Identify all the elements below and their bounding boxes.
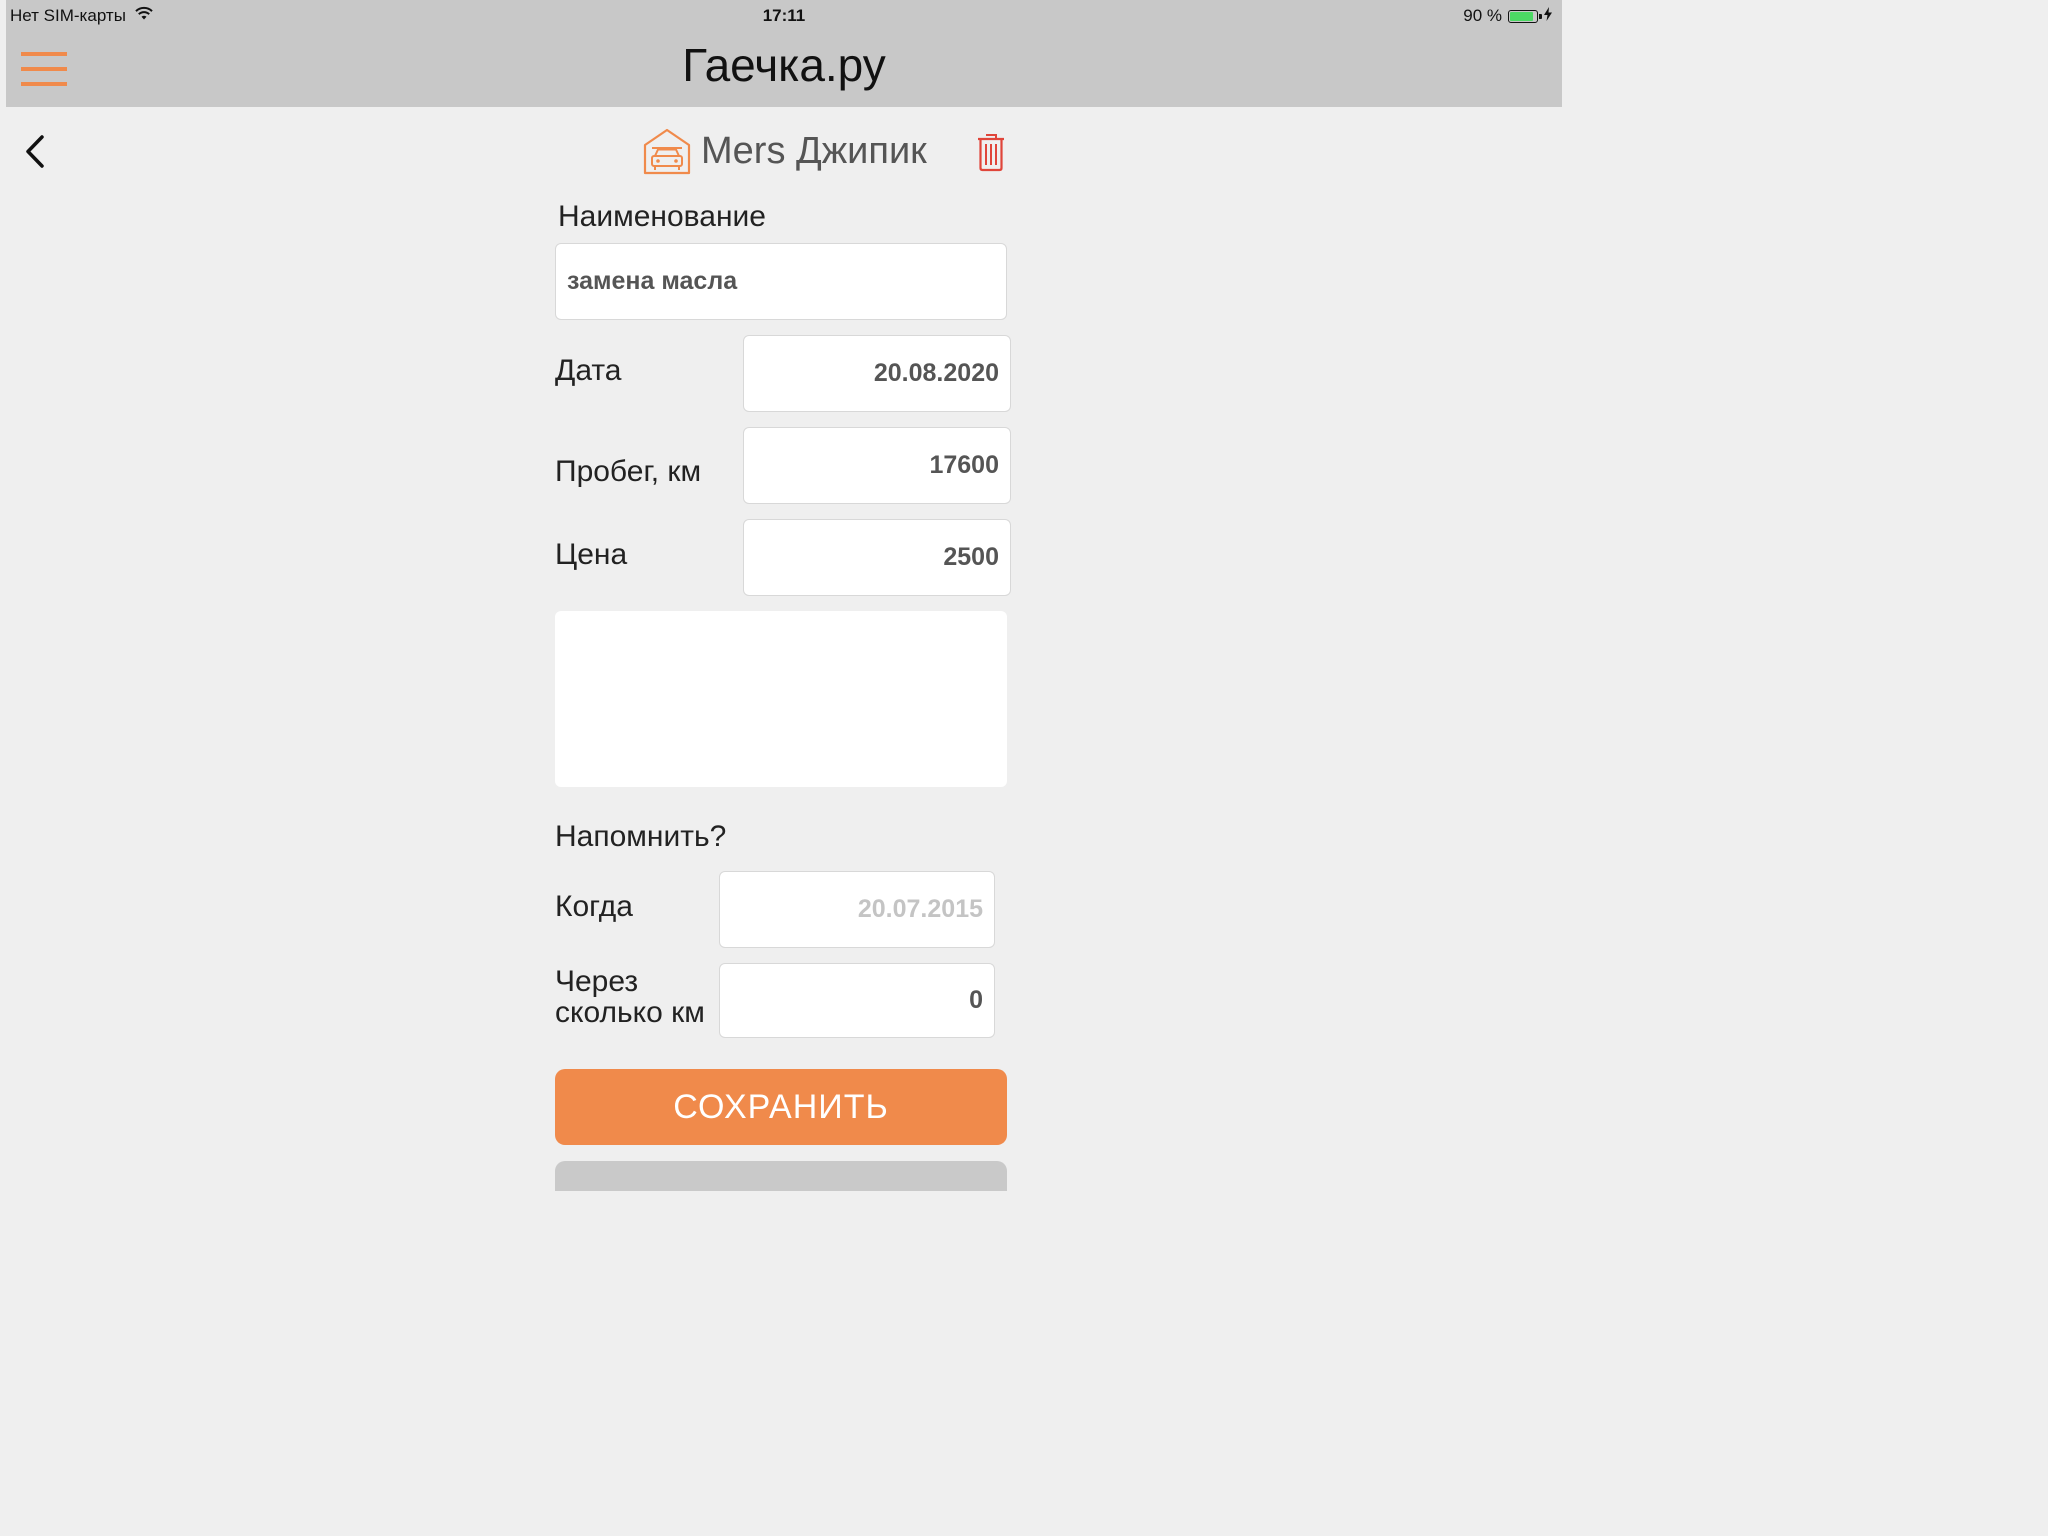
status-right: 90 % [1463, 6, 1552, 26]
charging-bolt-icon [1544, 6, 1552, 26]
secondary-button[interactable] [555, 1161, 1007, 1191]
app-title: Гаечка.ру [682, 39, 886, 91]
name-input-value: замена масла [567, 267, 738, 295]
date-label: Дата [555, 354, 622, 387]
after-km-value: 0 [969, 986, 983, 1014]
after-km-input[interactable]: 0 [719, 963, 995, 1038]
name-input[interactable]: замена масла [555, 243, 1007, 320]
remind-label: Напомнить? [555, 820, 727, 853]
date-input[interactable]: 20.08.2020 [743, 335, 1011, 412]
save-button[interactable]: СОХРАНИТЬ [555, 1069, 1007, 1145]
app-header: Гаечка.ру [6, 32, 1562, 107]
battery-percent: 90 % [1463, 6, 1502, 25]
mileage-label: Пробег, км [555, 455, 702, 488]
when-date-input[interactable]: 20.07.2015 [719, 871, 995, 948]
when-date-placeholder: 20.07.2015 [857, 895, 983, 923]
delete-button[interactable] [976, 132, 1006, 177]
battery-icon [1508, 9, 1542, 23]
when-label: Когда [555, 890, 633, 923]
mileage-input[interactable]: 17600 [743, 427, 1011, 504]
battery-fill [1510, 11, 1533, 21]
after-km-label: Через сколько км [555, 965, 705, 1029]
date-input-value: 20.08.2020 [873, 359, 999, 387]
price-input-value: 2500 [943, 543, 999, 571]
notes-textarea[interactable] [555, 611, 1007, 787]
status-time: 17:11 [762, 6, 806, 25]
trash-icon [978, 134, 1004, 172]
price-input[interactable]: 2500 [743, 519, 1011, 596]
garage-car-icon [643, 127, 691, 180]
back-button[interactable] [20, 130, 50, 174]
mileage-input-value: 17600 [929, 451, 999, 479]
name-label: Наименование [558, 200, 766, 233]
car-name: Mers Джипик [701, 130, 927, 172]
chevron-left-icon [26, 135, 44, 168]
status-bar: Нет SIM-карты 17:11 90 % [6, 0, 1562, 32]
price-label: Цена [555, 538, 628, 571]
